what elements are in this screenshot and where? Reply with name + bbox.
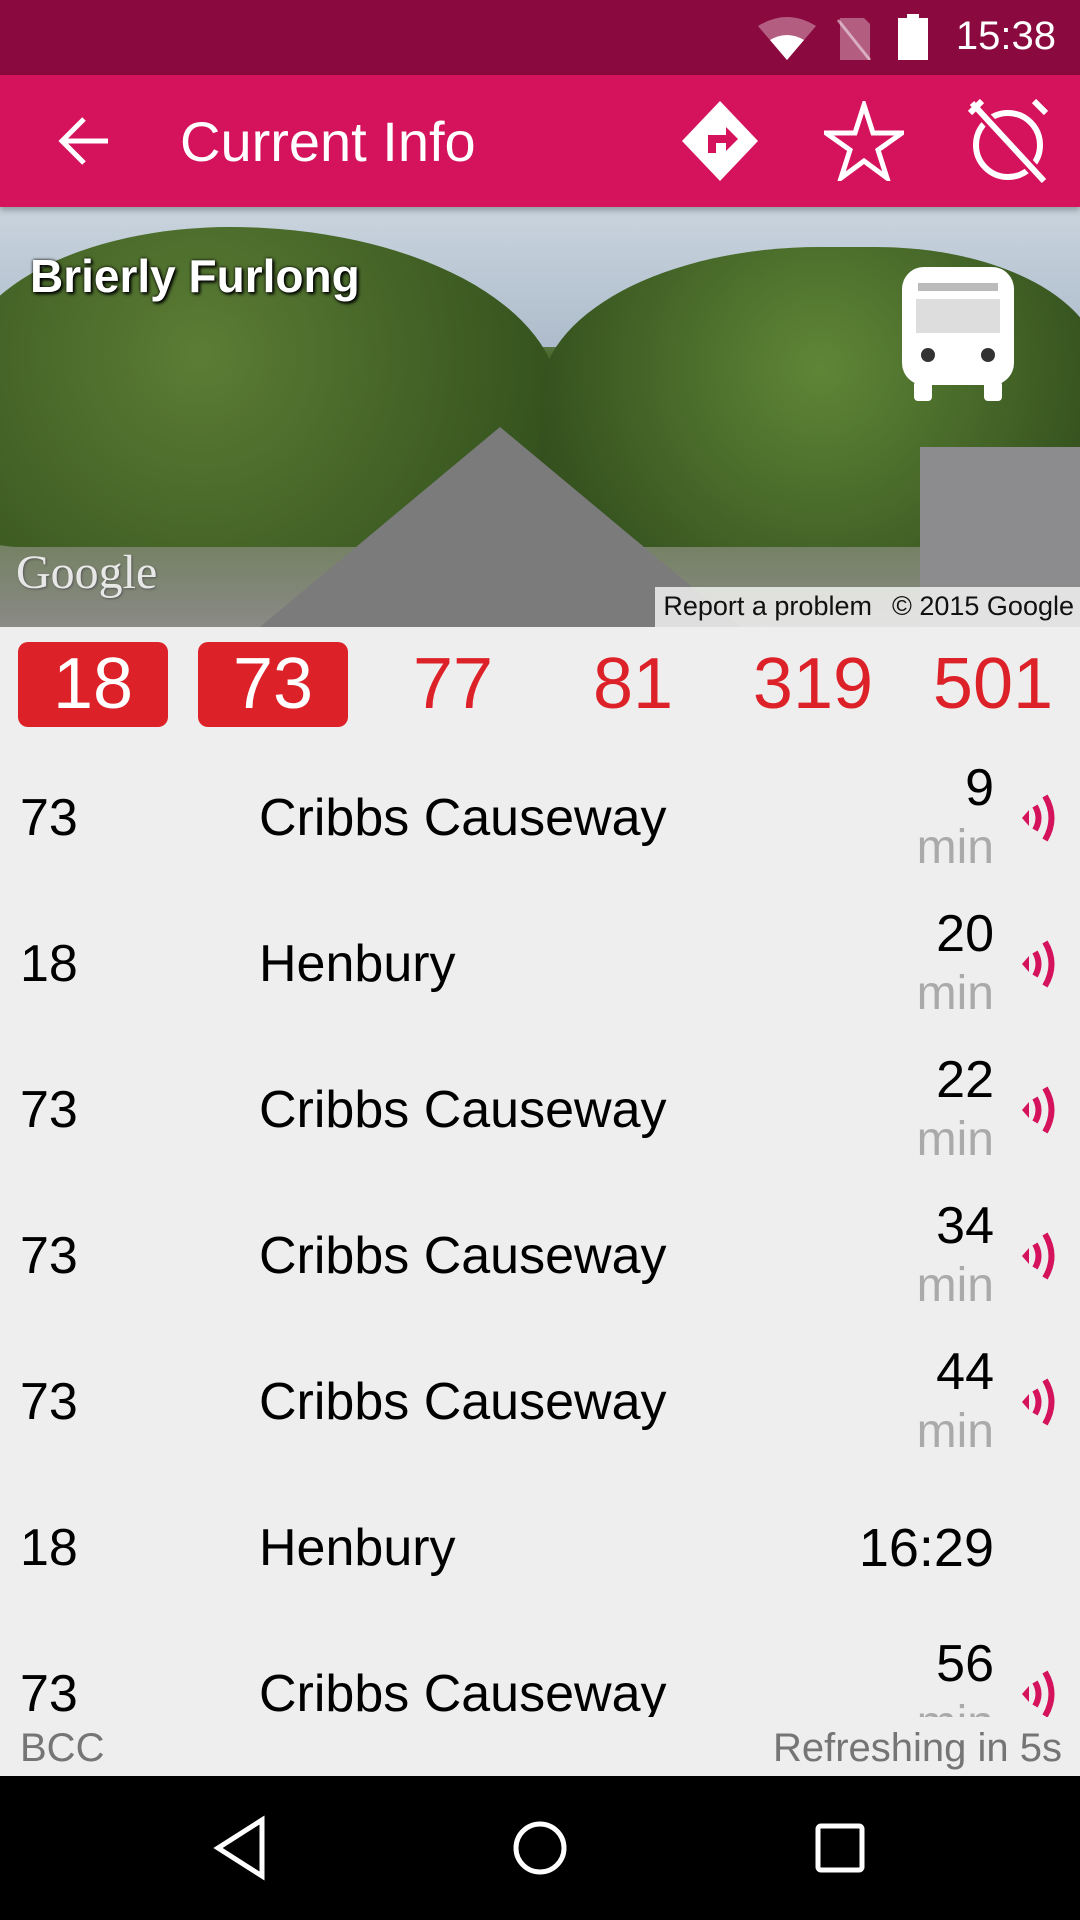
back-button[interactable] <box>42 99 126 183</box>
alarm-off-icon <box>968 99 1048 183</box>
realtime-signal-icon <box>1022 1378 1055 1426</box>
realtime-signal-icon <box>1022 1670 1055 1717</box>
destination: Henbury <box>259 1519 456 1577</box>
minutes-unit: min <box>916 1259 994 1312</box>
minutes: 44 <box>936 1343 994 1401</box>
route-chip[interactable]: 81 <box>558 642 708 727</box>
minutes: 56 <box>936 1635 994 1693</box>
home-nav-icon[interactable] <box>504 1812 576 1884</box>
minutes: 20 <box>936 905 994 963</box>
departure-row[interactable]: 73 Cribbs Causeway 44 min <box>0 1329 1080 1475</box>
star-icon <box>824 101 904 181</box>
data-source: BCC <box>20 1726 105 1770</box>
due-time: 20 min <box>917 904 994 1024</box>
report-problem-link[interactable]: Report a problem <box>663 591 872 621</box>
clock: 15:38 <box>955 14 1056 58</box>
google-logo: Google <box>16 546 158 599</box>
departures-list[interactable]: 73 Cribbs Causeway 9 min 18 Henbury 20 min 73 Cri… <box>0 745 1080 1717</box>
battery-icon <box>898 14 928 60</box>
route-number: 73 <box>20 1373 78 1431</box>
departure-row[interactable]: 73 Cribbs Causeway 9 min <box>0 745 1080 891</box>
route-chip[interactable]: 77 <box>378 642 528 727</box>
wifi-icon <box>758 17 816 60</box>
route-number: 73 <box>20 789 78 847</box>
attribution: Report a problem © 2015 Google <box>655 587 1080 627</box>
route-chip[interactable]: 319 <box>738 642 888 727</box>
destination: Henbury <box>259 935 456 993</box>
status-bar: 15:38 <box>0 0 1080 75</box>
app-bar: Current Info <box>0 75 1080 207</box>
no-sim-icon <box>836 18 872 60</box>
route-number: 18 <box>20 935 78 993</box>
due-time: 9 min <box>917 758 994 878</box>
minutes-unit: min <box>917 1694 994 1717</box>
minutes-unit: min <box>916 1405 994 1458</box>
route-filter: 18 73 77 81 319 501 <box>0 627 1080 735</box>
destination: Cribbs Causeway <box>259 1081 667 1139</box>
route-number: 73 <box>20 1665 78 1717</box>
recents-nav-icon[interactable] <box>804 1812 876 1884</box>
minutes-unit: min <box>916 967 994 1020</box>
realtime-signal-icon <box>1022 794 1055 842</box>
minutes: 22 <box>936 1051 994 1109</box>
route-chip[interactable]: 18 <box>18 642 168 727</box>
footer: BCC Refreshing in 5s <box>0 1722 1080 1776</box>
departure-row[interactable]: 18 Henbury 16:29 <box>0 1475 1080 1621</box>
departure-row[interactable]: 18 Henbury 20 min <box>0 891 1080 1037</box>
due-time: 44 min <box>917 1342 994 1462</box>
street-view-image[interactable]: Brierly Furlong Google Report a problem ©… <box>0 207 1080 627</box>
minutes-unit: min <box>916 1113 994 1166</box>
route-number: 73 <box>20 1227 78 1285</box>
refresh-status: Refreshing in 5s <box>772 1726 1062 1770</box>
minutes: 9 <box>965 759 994 817</box>
route-number: 73 <box>20 1081 78 1139</box>
departure-row[interactable]: 73 Cribbs Causeway 56min <box>0 1621 1080 1717</box>
alarm-button[interactable] <box>966 99 1050 183</box>
route-chip[interactable]: 73 <box>198 642 348 727</box>
destination: Cribbs Causeway <box>259 1373 667 1431</box>
directions-icon <box>682 101 758 181</box>
scheduled-time: 16:29 <box>858 1518 994 1578</box>
route-number: 18 <box>20 1519 78 1577</box>
page-title: Current Info <box>180 110 476 173</box>
stop-name: Brierly Furlong <box>30 250 360 302</box>
navigation-bar <box>0 1776 1080 1920</box>
departure-row[interactable]: 73 Cribbs Causeway 34 min <box>0 1183 1080 1329</box>
realtime-signal-icon <box>1022 940 1055 988</box>
destination: Cribbs Causeway <box>259 1665 667 1717</box>
due-time: 34 min <box>917 1196 994 1316</box>
destination: Cribbs Causeway <box>259 1227 667 1285</box>
realtime-signal-icon <box>1022 1232 1055 1280</box>
realtime-signal-icon <box>1022 1086 1055 1134</box>
arrow-back-icon <box>58 117 108 165</box>
directions-button[interactable] <box>678 99 762 183</box>
minutes: 34 <box>936 1197 994 1255</box>
due-time: 56min <box>917 1634 994 1717</box>
copyright: © 2015 Google <box>891 591 1074 621</box>
departure-row[interactable]: 73 Cribbs Causeway 22 min <box>0 1037 1080 1183</box>
due-time: 22 min <box>917 1050 994 1170</box>
back-nav-icon[interactable] <box>204 1812 276 1884</box>
favourite-button[interactable] <box>822 99 906 183</box>
minutes-unit: min <box>916 821 994 874</box>
route-chip[interactable]: 501 <box>918 642 1068 727</box>
bus-icon <box>902 267 1014 401</box>
destination: Cribbs Causeway <box>259 789 667 847</box>
